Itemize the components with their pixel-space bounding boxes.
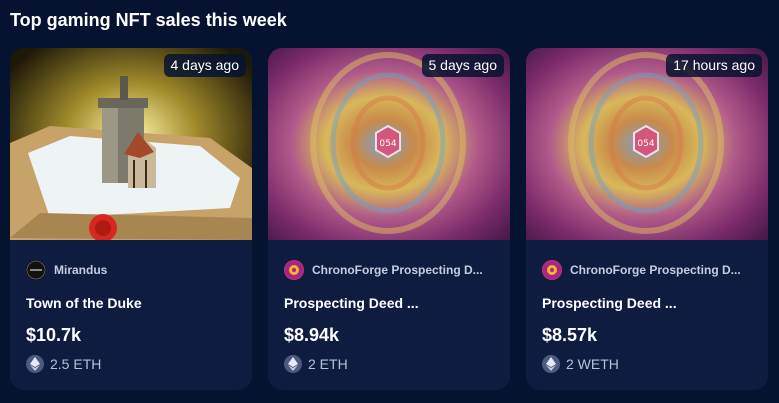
ethereum-icon [26, 355, 44, 373]
price-crypto-row: 2 ETH [284, 355, 494, 373]
time-ago-badge: 5 days ago [421, 54, 504, 77]
nft-image: 4 days ago [10, 48, 252, 240]
nft-name: Town of the Duke [26, 295, 142, 311]
ethereum-icon [284, 355, 302, 373]
price-crypto: 2 WETH [566, 356, 619, 372]
price-usd: $8.94k [284, 325, 340, 345]
chronoforge-logo-icon [542, 260, 562, 280]
price-crypto-row: 2.5 ETH [26, 355, 236, 373]
price-crypto: 2 ETH [308, 356, 348, 372]
collection-name: Mirandus [54, 263, 108, 277]
time-ago-badge: 17 hours ago [666, 54, 762, 77]
collection-row[interactable]: ChronoForge Prospecting D... [542, 260, 752, 280]
collection-row[interactable]: Mirandus [26, 260, 236, 280]
chronoforge-logo-icon [284, 260, 304, 280]
nft-card[interactable]: 054 5 days ago ChronoForge Prospecting D… [268, 48, 510, 390]
ethereum-icon [542, 355, 560, 373]
price-crypto: 2.5 ETH [50, 356, 102, 372]
nft-name: Prospecting Deed ... [542, 295, 677, 311]
collection-name: ChronoForge Prospecting D... [312, 263, 483, 277]
nft-card[interactable]: 054 17 hours ago ChronoForge Prospecting… [526, 48, 768, 390]
collection-name: ChronoForge Prospecting D... [570, 263, 741, 277]
price-crypto-row: 2 WETH [542, 355, 752, 373]
svg-text:054: 054 [379, 139, 396, 149]
collection-row[interactable]: ChronoForge Prospecting D... [284, 260, 494, 280]
price-usd: $8.57k [542, 325, 598, 345]
mirandus-logo-icon [26, 260, 46, 280]
section-title: Top gaming NFT sales this week [10, 10, 287, 30]
price-usd: $10.7k [26, 325, 82, 345]
nft-card[interactable]: 4 days ago Mirandus Town of the Duke $10… [10, 48, 252, 390]
nft-name: Prospecting Deed ... [284, 295, 419, 311]
nft-image: 054 17 hours ago [526, 48, 768, 240]
nft-image: 054 5 days ago [268, 48, 510, 240]
time-ago-badge: 4 days ago [163, 54, 246, 77]
svg-text:054: 054 [637, 139, 654, 149]
nft-sales-list: 4 days ago Mirandus Town of the Duke $10… [10, 48, 768, 390]
